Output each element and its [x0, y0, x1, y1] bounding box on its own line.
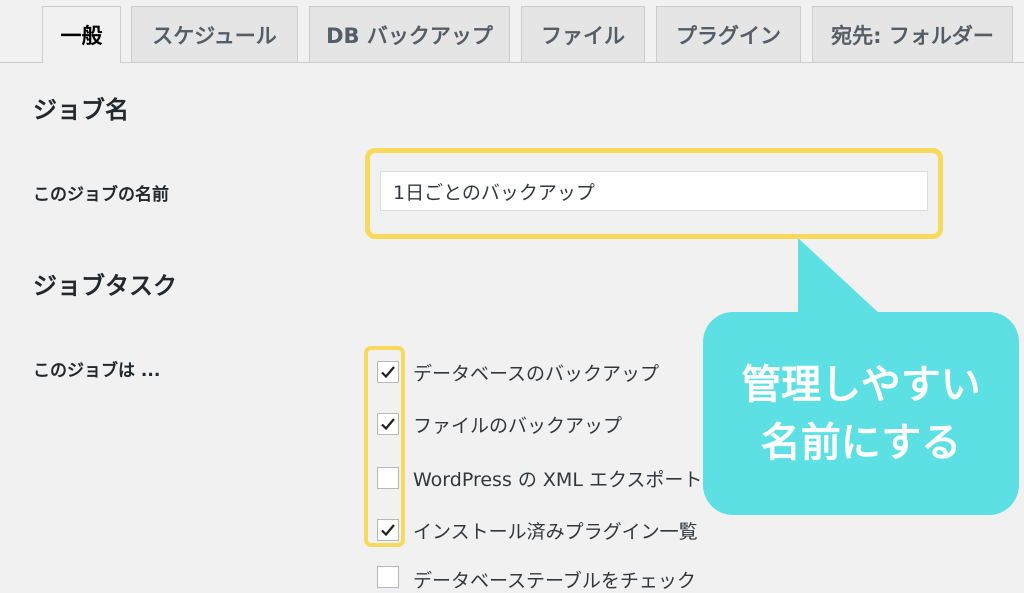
task-label: インストール済みプラグイン一覧 [413, 520, 698, 543]
job-tasks-label: このジョブは ... [33, 361, 161, 381]
task-label: WordPress の XML エクスポート [413, 468, 703, 491]
callout-line-1: 管理しやすい [741, 361, 981, 408]
tab-destination-folder[interactable]: 宛先: フォルダー [812, 6, 1013, 62]
job-tasks-heading: ジョブタスク [33, 272, 177, 300]
task-plugin-list[interactable]: インストール済みプラグイン一覧 [377, 516, 698, 544]
input-highlight-frame [365, 148, 943, 239]
tab-schedule[interactable]: スケジュール [131, 6, 298, 62]
task-check-tables[interactable]: データベーステーブルをチェック [377, 566, 696, 592]
tab-db-backup[interactable]: DB バックアップ [309, 6, 510, 62]
job-name-heading: ジョブ名 [33, 96, 129, 124]
checkbox-unchecked[interactable] [377, 566, 399, 588]
job-name-label: このジョブの名前 [33, 185, 169, 205]
checkbox-highlight-frame [364, 346, 405, 547]
task-db-backup[interactable]: データベースのバックアップ [377, 358, 659, 386]
callout-line-2: 名前にする [760, 419, 962, 466]
tab-general[interactable]: 一般 [42, 6, 121, 63]
task-xml-export[interactable]: WordPress の XML エクスポート [377, 464, 702, 492]
settings-tabs: 一般 スケジュール DB バックアップ ファイル プラグイン 宛先: フォルダー [0, 0, 1024, 63]
task-file-backup[interactable]: ファイルのバックアップ [377, 410, 622, 438]
callout-bubble: 管理しやすい 名前にする [703, 312, 1019, 515]
task-label: ファイルのバックアップ [413, 414, 623, 437]
tab-plugins[interactable]: プラグイン [656, 6, 801, 62]
task-label: データベーステーブルをチェック [413, 570, 696, 592]
tab-files[interactable]: ファイル [521, 6, 645, 62]
task-label: データベースのバックアップ [413, 362, 660, 385]
